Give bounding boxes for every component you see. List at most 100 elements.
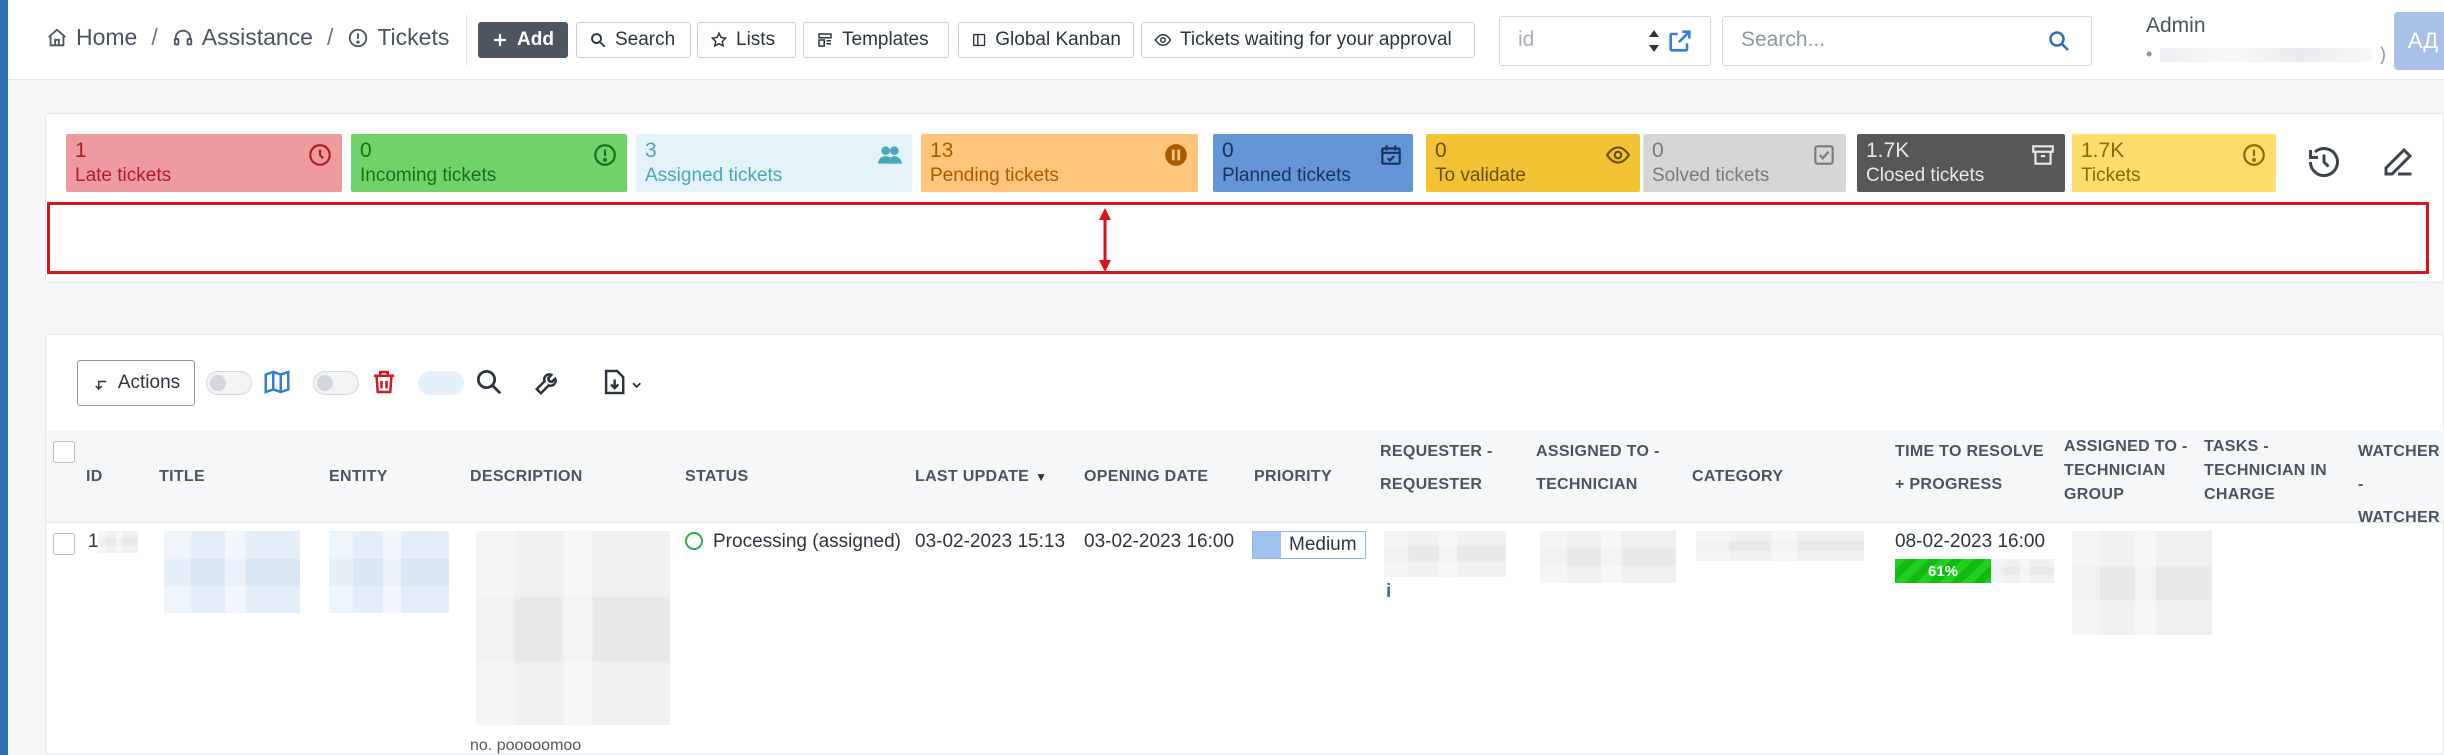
- cell-status: Processing (assigned): [685, 531, 901, 553]
- column-header-task-technician[interactable]: Tasks - Technician in charge: [2204, 431, 2334, 523]
- wrench-icon[interactable]: [533, 367, 563, 397]
- table-header: ID Title Entity Description Status Last …: [46, 431, 2444, 526]
- row-checkbox[interactable]: [53, 533, 75, 555]
- info-circle-icon: [2243, 144, 2265, 166]
- header-divider: [466, 14, 467, 66]
- column-header-technician-group[interactable]: Assigned to - Technician group: [2064, 431, 2194, 523]
- priority-badge: Medium: [1252, 531, 1366, 559]
- counter-value: 1.7K: [2081, 139, 2125, 162]
- history-icon[interactable]: [2306, 144, 2342, 180]
- column-header-watcher[interactable]: Watcher - Watcher: [2358, 431, 2444, 526]
- search-icon[interactable]: [2047, 29, 2071, 53]
- breadcrumb-label: Home: [76, 24, 138, 50]
- search-button-label: Search: [615, 29, 676, 50]
- add-button[interactable]: Add: [478, 22, 568, 58]
- external-link-icon[interactable]: [1666, 27, 1694, 55]
- templates-button-label: Templates: [842, 29, 929, 50]
- export-dropdown-icon[interactable]: [600, 367, 644, 397]
- breadcrumb-separator: /: [151, 24, 158, 50]
- counter-value: 0: [360, 139, 372, 162]
- cell-id[interactable]: 1: [88, 531, 99, 553]
- counter-tile-late-tickets[interactable]: 1 Late tickets: [66, 134, 342, 192]
- eye-check-icon: [1154, 33, 1172, 47]
- column-header-time-to-resolve[interactable]: Time to resolve + Progress: [1895, 431, 2055, 523]
- user-entity-prefix: •: [2146, 44, 2153, 64]
- global-search-input[interactable]: [1723, 17, 2033, 63]
- lists-button[interactable]: Lists: [697, 22, 796, 58]
- counter-tile-pending-tickets[interactable]: 13 Pending tickets: [921, 134, 1198, 192]
- column-header-last-update[interactable]: Last update ▼: [915, 431, 1047, 523]
- select-all-checkbox[interactable]: [53, 441, 75, 463]
- trash-toggle[interactable]: [313, 371, 359, 395]
- counter-label: Assigned tickets: [645, 165, 783, 186]
- cell-status-text: Processing (assigned): [713, 531, 901, 552]
- search-icon[interactable]: [474, 367, 504, 397]
- ticket-id-input[interactable]: [1500, 17, 1640, 63]
- requester-info-icon[interactable]: i: [1386, 581, 1391, 603]
- column-header-opening-date[interactable]: Opening date: [1084, 431, 1208, 523]
- column-header-status[interactable]: Status: [685, 431, 748, 523]
- archive-icon: [2032, 145, 2054, 165]
- map-toggle[interactable]: [206, 371, 252, 395]
- actions-button[interactable]: Actions: [77, 360, 195, 406]
- avatar[interactable]: АД: [2394, 12, 2444, 70]
- counter-tile-to-validate[interactable]: 0 To validate: [1426, 134, 1640, 192]
- templates-button[interactable]: Templates: [803, 22, 949, 58]
- column-header-requester[interactable]: Requester - Requester: [1380, 431, 1520, 523]
- ticket-id-field: [1499, 16, 1711, 66]
- search-button[interactable]: Search: [576, 22, 691, 58]
- number-spinner-icon[interactable]: [1646, 21, 1662, 61]
- counter-tile-assigned-tickets[interactable]: 3 Assigned tickets: [636, 134, 912, 192]
- cell-id-text: 1: [88, 531, 99, 552]
- top-header: Home / Assistance / Tickets Add Search L…: [8, 0, 2444, 80]
- search-toggle[interactable]: [418, 371, 464, 395]
- counter-tile-solved-tickets[interactable]: 0 Solved tickets: [1643, 134, 1846, 192]
- trash-icon[interactable]: [369, 367, 399, 397]
- counter-label: Tickets: [2081, 165, 2141, 186]
- global-kanban-button-label: Global Kanban: [995, 29, 1121, 50]
- column-header-assigned-technician[interactable]: Assigned to - Technician: [1536, 431, 1666, 523]
- counter-tile-closed-tickets[interactable]: 1.7K Closed tickets: [1857, 134, 2065, 192]
- map-icon[interactable]: [262, 367, 292, 397]
- search-icon: [591, 33, 606, 48]
- table-row[interactable]: 1 no. pooooomoo Processing (assigned) 03…: [46, 523, 2444, 755]
- redacted-description: [476, 531, 670, 725]
- sort-desc-icon: ▼: [1035, 470, 1048, 484]
- global-search-field: [1722, 16, 2092, 66]
- counter-label: Pending tickets: [930, 165, 1059, 186]
- global-kanban-button[interactable]: Global Kanban: [958, 22, 1134, 58]
- clock-icon: [309, 144, 331, 166]
- redacted-entity: [329, 531, 449, 613]
- edit-icon[interactable]: [2380, 144, 2416, 180]
- column-header-title[interactable]: Title: [159, 431, 205, 523]
- users-icon: [878, 146, 902, 164]
- user-menu[interactable]: Admin • ): [2146, 14, 2386, 65]
- breadcrumb-tickets[interactable]: Tickets: [347, 24, 449, 51]
- counter-label: Incoming tickets: [360, 165, 497, 186]
- star-icon: [710, 31, 728, 48]
- approval-tickets-button[interactable]: Tickets waiting for your approval: [1141, 22, 1475, 58]
- cell-last-update: 03-02-2023 15:13: [915, 531, 1066, 552]
- user-entity-suffix: ): [2380, 44, 2386, 64]
- column-header-id[interactable]: ID: [86, 431, 103, 523]
- breadcrumb-label: Tickets: [377, 24, 450, 50]
- progress-label: 61%: [1927, 562, 1959, 580]
- description-fragment: no. pooooomoo: [470, 737, 582, 754]
- column-header-category[interactable]: Category: [1692, 431, 1783, 523]
- add-button-label: Add: [517, 29, 554, 50]
- column-header-description[interactable]: Description: [470, 431, 583, 523]
- cell-opening-date: 03-02-2023 16:00: [1084, 531, 1235, 552]
- counter-tile-tickets[interactable]: 1.7K Tickets: [2072, 134, 2276, 192]
- breadcrumb-home[interactable]: Home: [46, 24, 137, 51]
- counter-tile-planned-tickets[interactable]: 0 Planned tickets: [1213, 134, 1413, 192]
- redacted-category: [1696, 531, 1864, 561]
- counter-tile-incoming-tickets[interactable]: 0 Incoming tickets: [351, 134, 627, 192]
- breadcrumb-assistance[interactable]: Assistance: [172, 24, 313, 51]
- column-header-entity[interactable]: Entity: [329, 431, 388, 523]
- column-header-priority[interactable]: Priority: [1254, 431, 1332, 523]
- alert-circle-icon: [349, 28, 368, 47]
- check-square-icon: [1814, 145, 1834, 165]
- breadcrumb: Home / Assistance / Tickets: [46, 24, 449, 51]
- breadcrumb-separator: /: [326, 24, 334, 50]
- priority-color-swatch: [1253, 532, 1281, 558]
